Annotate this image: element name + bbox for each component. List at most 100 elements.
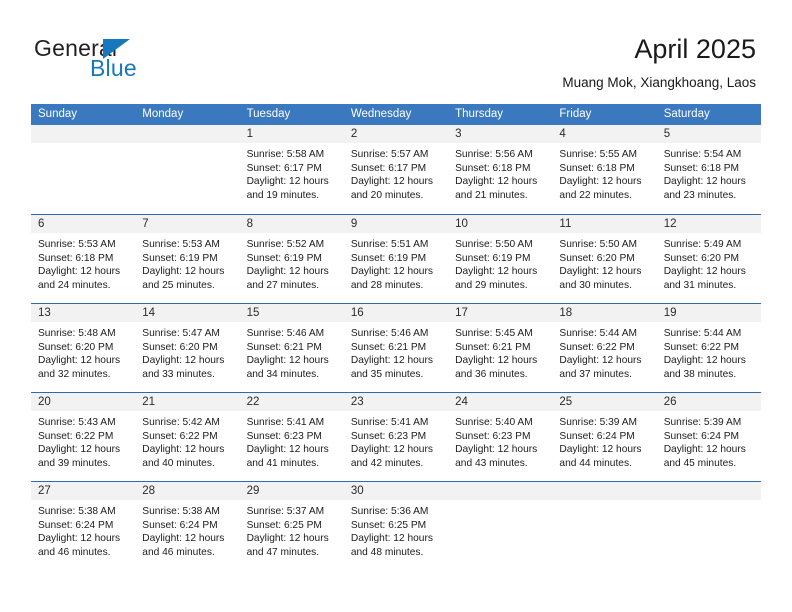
day-cell-30[interactable]: 30 Sunrise: 5:36 AM Sunset: 6:25 PM Dayligh… <box>343 482 449 570</box>
daylight-text-cont: and 45 minutes. <box>663 457 737 469</box>
day-details: Sunrise: 5:44 AM Sunset: 6:22 PM Daylight:… <box>552 322 656 381</box>
day-cell-22[interactable]: 22 Sunrise: 5:41 AM Sunset: 6:23 PM Dayligh… <box>239 393 344 481</box>
day-number-strip: 23 <box>343 393 449 411</box>
sunrise-text: Sunrise: 5:58 AM <box>246 149 325 160</box>
calendar-page: General Blue April 2025 Muang Mok, Xiang… <box>0 0 792 612</box>
day-details <box>657 500 761 505</box>
day-number-strip: 18 <box>552 304 657 322</box>
day-cell-8[interactable]: 8 Sunrise: 5:52 AM Sunset: 6:19 PM Daylight… <box>239 215 344 303</box>
sunset-text: Sunset: 6:19 PM <box>350 252 427 264</box>
day-number: 3 <box>455 128 462 140</box>
day-details: Sunrise: 5:43 AM Sunset: 6:22 PM Daylight:… <box>31 411 135 470</box>
daylight-text-cont: and 38 minutes. <box>663 368 737 380</box>
daylight-text: Daylight: 12 hours <box>455 266 538 278</box>
day-cell-10[interactable]: 10 Sunrise: 5:50 AM Sunset: 6:19 PM Dayligh… <box>448 215 553 303</box>
day-cell-26[interactable]: 26 Sunrise: 5:39 AM Sunset: 6:24 PM Dayligh… <box>656 393 761 481</box>
daylight-text-cont: and 39 minutes. <box>38 457 111 469</box>
day-cell-1[interactable]: 1 Sunrise: 5:58 AM Sunset: 6:17 PM Daylight… <box>239 125 344 214</box>
sunset-text: Sunset: 6:23 PM <box>350 430 427 442</box>
sunset-text: Sunset: 6:24 PM <box>663 430 740 442</box>
sunrise-text: Sunrise: 5:56 AM <box>455 149 533 160</box>
day-number: 14 <box>142 307 156 319</box>
day-cell-17[interactable]: 17 Sunrise: 5:45 AM Sunset: 6:21 PM Dayligh… <box>448 304 553 392</box>
sunset-text: Sunset: 6:20 PM <box>663 252 740 264</box>
day-cell-empty <box>552 482 657 570</box>
daylight-text: Daylight: 12 hours <box>142 266 225 278</box>
day-number-strip: 12 <box>656 215 761 233</box>
day-cell-25[interactable]: 25 Sunrise: 5:39 AM Sunset: 6:24 PM Dayligh… <box>552 393 657 481</box>
day-number: 17 <box>455 307 468 319</box>
day-cell-24[interactable]: 24 Sunrise: 5:40 AM Sunset: 6:23 PM Dayligh… <box>448 393 553 481</box>
weekday-header-monday: Monday <box>142 108 184 120</box>
sunset-text: Sunset: 6:17 PM <box>350 162 427 174</box>
weekday-header-thursday: Thursday <box>455 108 504 120</box>
day-number-strip <box>31 125 136 143</box>
day-cell-4[interactable]: 4 Sunrise: 5:55 AM Sunset: 6:18 PM Daylight… <box>552 125 657 214</box>
sunrise-text: Sunrise: 5:44 AM <box>663 328 742 339</box>
daylight-text-cont: and 23 minutes. <box>663 189 737 201</box>
sunrise-text: Sunrise: 5:54 AM <box>663 149 742 160</box>
day-number-strip <box>656 482 761 500</box>
daylight-text-cont: and 21 minutes. <box>455 189 528 201</box>
day-cell-6[interactable]: 6 Sunrise: 5:53 AM Sunset: 6:18 PM Daylight… <box>31 215 136 303</box>
daylight-text: Daylight: 12 hours <box>38 444 121 456</box>
day-cell-7[interactable]: 7 Sunrise: 5:53 AM Sunset: 6:19 PM Daylight… <box>135 215 240 303</box>
day-cell-2[interactable]: 2 Sunrise: 5:57 AM Sunset: 6:17 PM Daylight… <box>343 125 449 214</box>
day-number: 1 <box>246 128 253 140</box>
daylight-text: Daylight: 12 hours <box>246 444 329 456</box>
sunset-text: Sunset: 6:21 PM <box>350 341 427 353</box>
daylight-text-cont: and 44 minutes. <box>559 457 632 469</box>
sunset-text: Sunset: 6:23 PM <box>246 430 322 442</box>
day-details: Sunrise: 5:53 AM Sunset: 6:18 PM Daylight:… <box>31 233 135 292</box>
daylight-text: Daylight: 12 hours <box>142 533 225 545</box>
day-details: Sunrise: 5:57 AM Sunset: 6:17 PM Daylight:… <box>344 143 448 202</box>
daylight-text: Daylight: 12 hours <box>350 444 433 456</box>
day-number: 29 <box>246 485 260 497</box>
day-number: 21 <box>142 396 156 408</box>
day-cell-14[interactable]: 14 Sunrise: 5:47 AM Sunset: 6:20 PM Dayligh… <box>135 304 240 392</box>
day-cell-13[interactable]: 13 Sunrise: 5:48 AM Sunset: 6:20 PM Dayligh… <box>31 304 136 392</box>
daylight-text: Daylight: 12 hours <box>663 355 746 367</box>
day-cell-18[interactable]: 18 Sunrise: 5:44 AM Sunset: 6:22 PM Dayligh… <box>552 304 657 392</box>
day-cell-5[interactable]: 5 Sunrise: 5:54 AM Sunset: 6:18 PM Daylight… <box>656 125 761 214</box>
day-cell-9[interactable]: 9 Sunrise: 5:51 AM Sunset: 6:19 PM Daylight… <box>343 215 449 303</box>
weekday-header-row: Sunday Monday Tuesday Wednesday Thursday Frid… <box>31 104 761 125</box>
day-cell-15[interactable]: 15 Sunrise: 5:46 AM Sunset: 6:21 PM Dayligh… <box>239 304 344 392</box>
day-number-strip: 14 <box>135 304 240 322</box>
sunset-text: Sunset: 6:24 PM <box>38 519 114 531</box>
day-details: Sunrise: 5:38 AM Sunset: 6:24 PM Daylight:… <box>31 500 135 559</box>
general-blue-logo[interactable]: General Blue <box>34 36 234 84</box>
daylight-text-cont: and 27 minutes. <box>246 279 320 291</box>
sunset-text: Sunset: 6:18 PM <box>38 252 114 264</box>
day-details: Sunrise: 5:40 AM Sunset: 6:23 PM Daylight:… <box>448 411 552 470</box>
day-cell-21[interactable]: 21 Sunrise: 5:42 AM Sunset: 6:22 PM Dayligh… <box>135 393 240 481</box>
daylight-text: Daylight: 12 hours <box>246 176 329 188</box>
day-cell-11[interactable]: 11 Sunrise: 5:50 AM Sunset: 6:20 PM Dayligh… <box>552 215 657 303</box>
day-cell-29[interactable]: 29 Sunrise: 5:37 AM Sunset: 6:25 PM Dayligh… <box>239 482 344 570</box>
daylight-text: Daylight: 12 hours <box>38 533 121 545</box>
day-number-strip: 2 <box>343 125 449 143</box>
day-cell-19[interactable]: 19 Sunrise: 5:44 AM Sunset: 6:22 PM Dayligh… <box>656 304 761 392</box>
weekday-header-saturday: Saturday <box>663 108 710 120</box>
day-cell-28[interactable]: 28 Sunrise: 5:38 AM Sunset: 6:24 PM Dayligh… <box>135 482 240 570</box>
day-cell-27[interactable]: 27 Sunrise: 5:38 AM Sunset: 6:24 PM Dayligh… <box>31 482 136 570</box>
daylight-text-cont: and 29 minutes. <box>455 279 528 291</box>
day-number-strip: 17 <box>448 304 553 322</box>
weekday-header-friday: Friday <box>559 108 592 120</box>
day-number-strip: 16 <box>343 304 449 322</box>
day-number: 27 <box>38 485 51 497</box>
day-details <box>135 143 239 148</box>
day-number: 10 <box>455 218 468 230</box>
day-cell-23[interactable]: 23 Sunrise: 5:41 AM Sunset: 6:23 PM Dayligh… <box>343 393 449 481</box>
day-number-strip: 9 <box>343 215 449 233</box>
day-cell-20[interactable]: 20 Sunrise: 5:43 AM Sunset: 6:22 PM Dayligh… <box>31 393 136 481</box>
day-cell-12[interactable]: 12 Sunrise: 5:49 AM Sunset: 6:20 PM Dayligh… <box>656 215 761 303</box>
day-cell-empty <box>448 482 553 570</box>
day-number-strip: 26 <box>656 393 761 411</box>
day-details: Sunrise: 5:51 AM Sunset: 6:19 PM Daylight:… <box>344 233 448 292</box>
day-number-strip: 11 <box>552 215 657 233</box>
day-cell-16[interactable]: 16 Sunrise: 5:46 AM Sunset: 6:21 PM Dayligh… <box>343 304 449 392</box>
page-title: April 2025 <box>634 34 756 64</box>
daylight-text-cont: and 46 minutes. <box>38 546 111 558</box>
day-cell-3[interactable]: 3 Sunrise: 5:56 AM Sunset: 6:18 PM Daylight… <box>448 125 553 214</box>
